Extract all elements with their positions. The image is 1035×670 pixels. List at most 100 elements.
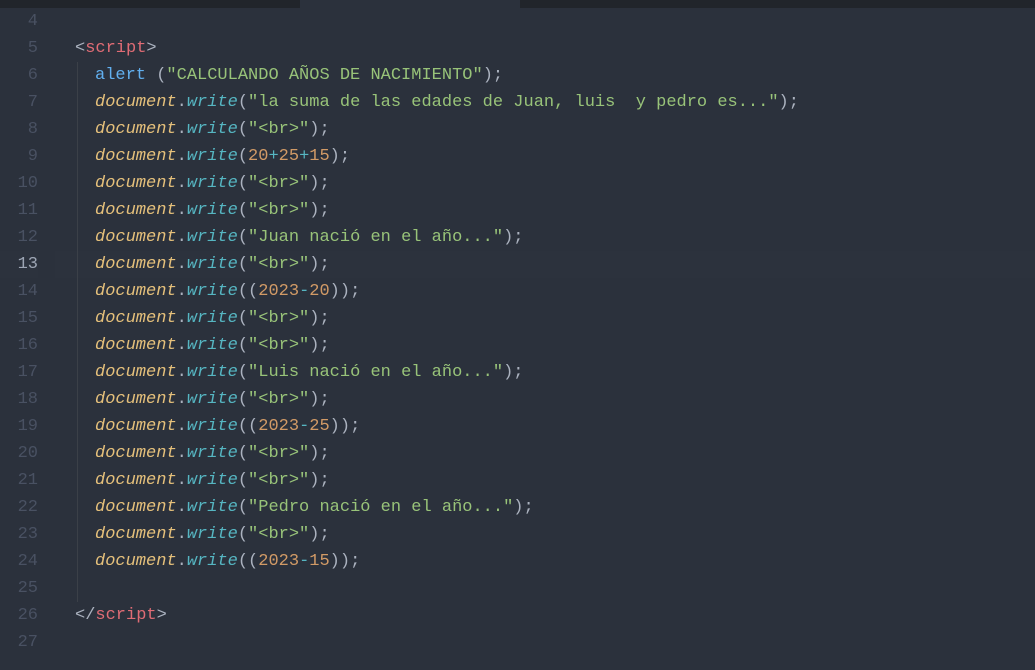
code-line[interactable]: document.write("Luis nació en el año..."… — [55, 359, 1035, 386]
code-content: document.write("<br>"); — [55, 386, 330, 413]
line-number[interactable]: 23 — [0, 521, 38, 548]
line-number[interactable]: 12 — [0, 224, 38, 251]
token-semi: ; — [319, 309, 329, 328]
code-line[interactable]: document.write("la suma de las edades de… — [55, 89, 1035, 116]
token-semi: ; — [319, 525, 329, 544]
token-punct: . — [177, 147, 187, 166]
token-italic-dom: document — [95, 498, 177, 517]
code-line[interactable]: document.write("<br>"); — [55, 116, 1035, 143]
code-line[interactable]: document.write("Juan nació en el año..."… — [55, 224, 1035, 251]
token-punct: < — [75, 39, 85, 58]
code-line[interactable]: document.write("<br>"); — [55, 386, 1035, 413]
code-line[interactable]: document.write(20+25+15); — [55, 143, 1035, 170]
line-number[interactable]: 27 — [0, 629, 38, 656]
token-op: - — [299, 552, 309, 571]
token-string: "<br>" — [248, 120, 309, 139]
token-punct: . — [177, 93, 187, 112]
code-content: document.write("<br>"); — [55, 332, 330, 359]
code-line[interactable]: document.write("<br>"); — [55, 467, 1035, 494]
line-number[interactable]: 14 — [0, 278, 38, 305]
code-editor[interactable]: 4567891011121314151617181920212223242526… — [0, 8, 1035, 670]
line-number[interactable]: 5 — [0, 35, 38, 62]
token-bracket: ( — [238, 201, 248, 220]
token-number: 15 — [309, 552, 329, 571]
code-content: alert ("CALCULANDO AÑOS DE NACIMIENTO"); — [55, 62, 503, 89]
code-line[interactable]: </script> — [55, 602, 1035, 629]
line-number[interactable]: 16 — [0, 332, 38, 359]
token-string: "<br>" — [248, 336, 309, 355]
token-string: "<br>" — [248, 201, 309, 220]
code-line[interactable]: <script> — [55, 35, 1035, 62]
line-number[interactable]: 20 — [0, 440, 38, 467]
tab-active[interactable] — [300, 0, 520, 8]
line-number-gutter[interactable]: 4567891011121314151617181920212223242526… — [0, 8, 50, 670]
token-method-italic: write — [187, 174, 238, 193]
line-number[interactable]: 8 — [0, 116, 38, 143]
token-bracket: ) — [309, 444, 319, 463]
token-bracket: ( — [156, 66, 166, 85]
line-number[interactable]: 19 — [0, 413, 38, 440]
token-italic-dom: document — [95, 93, 177, 112]
tab-inactive[interactable] — [520, 0, 820, 8]
code-line[interactable]: document.write("<br>"); — [55, 170, 1035, 197]
token-italic-dom: document — [95, 471, 177, 490]
line-number[interactable]: 15 — [0, 305, 38, 332]
token-italic-dom: document — [95, 336, 177, 355]
token-bracket: ) — [309, 471, 319, 490]
token-bracket: ( — [238, 498, 248, 517]
token-bracket: ( — [238, 471, 248, 490]
token-number: 20 — [248, 147, 268, 166]
code-line[interactable]: alert ("CALCULANDO AÑOS DE NACIMIENTO"); — [55, 62, 1035, 89]
line-number[interactable]: 25 — [0, 575, 38, 602]
token-bracket: ) — [309, 174, 319, 193]
token-semi: ; — [513, 363, 523, 382]
line-number[interactable]: 9 — [0, 143, 38, 170]
line-number[interactable]: 18 — [0, 386, 38, 413]
code-line[interactable]: document.write("Pedro nació en el año...… — [55, 494, 1035, 521]
line-number[interactable]: 6 — [0, 62, 38, 89]
code-line[interactable] — [55, 8, 1035, 35]
code-line[interactable]: document.write("<br>"); — [55, 521, 1035, 548]
token-italic-dom: document — [95, 228, 177, 247]
token-semi: ; — [319, 390, 329, 409]
code-line[interactable] — [55, 629, 1035, 656]
code-line[interactable]: document.write("<br>"); — [55, 332, 1035, 359]
token-bracket: ) — [779, 93, 789, 112]
token-semi: ; — [350, 417, 360, 436]
token-method-italic: write — [187, 93, 238, 112]
token-string: "Pedro nació en el año..." — [248, 498, 513, 517]
line-number[interactable]: 10 — [0, 170, 38, 197]
token-italic-dom: document — [95, 417, 177, 436]
line-number[interactable]: 22 — [0, 494, 38, 521]
line-number[interactable]: 11 — [0, 197, 38, 224]
line-number[interactable]: 26 — [0, 602, 38, 629]
token-bracket: ) — [309, 390, 319, 409]
token-punct: . — [177, 444, 187, 463]
code-line[interactable] — [55, 575, 1035, 602]
token-italic-dom: document — [95, 255, 177, 274]
code-line[interactable]: document.write("<br>"); — [55, 197, 1035, 224]
token-number: 25 — [309, 417, 329, 436]
token-method-italic: write — [187, 120, 238, 139]
token-punct: . — [177, 552, 187, 571]
token-number: 2023 — [258, 417, 299, 436]
code-line[interactable]: document.write((2023-25)); — [55, 413, 1035, 440]
token-bracket: ( — [238, 417, 248, 436]
line-number[interactable]: 21 — [0, 467, 38, 494]
line-number[interactable]: 4 — [0, 8, 38, 35]
code-area[interactable]: <script>alert ("CALCULANDO AÑOS DE NACIM… — [50, 8, 1035, 670]
code-line[interactable]: document.write("<br>"); — [55, 251, 1035, 278]
token-method-italic: write — [187, 363, 238, 382]
line-number[interactable]: 13 — [0, 251, 38, 278]
token-punct: . — [177, 363, 187, 382]
code-line[interactable]: document.write("<br>"); — [55, 440, 1035, 467]
line-number[interactable]: 24 — [0, 548, 38, 575]
code-line[interactable]: document.write("<br>"); — [55, 305, 1035, 332]
code-line[interactable]: document.write((2023-15)); — [55, 548, 1035, 575]
line-number[interactable]: 7 — [0, 89, 38, 116]
tab-bar — [0, 0, 1035, 8]
tab-inactive[interactable] — [0, 0, 300, 8]
code-line[interactable]: document.write((2023-20)); — [55, 278, 1035, 305]
line-number[interactable]: 17 — [0, 359, 38, 386]
token-method-italic: write — [187, 444, 238, 463]
